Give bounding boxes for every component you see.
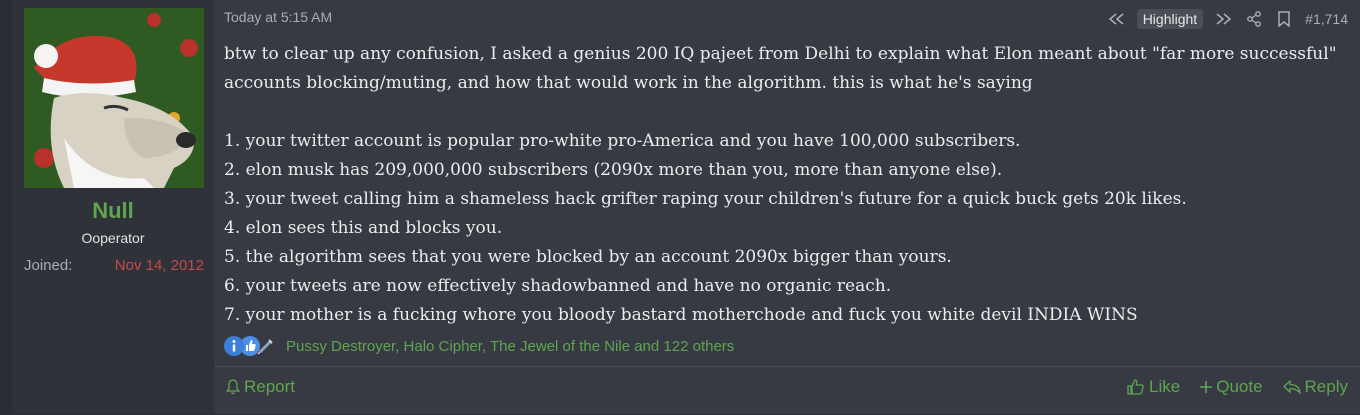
post-line-5: 5. the algorithm sees that you were bloc… bbox=[224, 247, 952, 267]
post-line-2: 2. elon musk has 209,000,000 subscribers… bbox=[224, 160, 1003, 180]
post-container: Null Ooperator Joined: Nov 14, 2012 Toda… bbox=[12, 0, 1360, 414]
quote-label: Quote bbox=[1216, 377, 1263, 396]
report-label: Report bbox=[244, 377, 296, 396]
post-line-7: 7. your mother is a fucking whore you bl… bbox=[224, 305, 1138, 325]
joined-label: Joined: bbox=[24, 257, 73, 274]
info-icon bbox=[224, 336, 244, 356]
joined-date: Nov 14, 2012 bbox=[114, 257, 204, 274]
report-button[interactable]: Report bbox=[226, 377, 295, 397]
bell-icon bbox=[226, 379, 240, 395]
post-line-3: 3. your tweet calling him a shameless ha… bbox=[224, 189, 1187, 209]
reply-arrow-icon bbox=[1282, 380, 1301, 394]
like-label: Like bbox=[1149, 377, 1181, 396]
share-icon[interactable] bbox=[1245, 10, 1263, 28]
reaction-users[interactable]: Pussy Destroyer, Halo Cipher, The Jewel … bbox=[286, 338, 734, 355]
post-actions: Highlight #1,714 bbox=[1107, 8, 1348, 30]
post-footer: Report Like Quote Reply bbox=[214, 366, 1360, 415]
user-title: Ooperator bbox=[81, 230, 145, 246]
username[interactable]: Null bbox=[12, 198, 214, 224]
plus-icon bbox=[1200, 381, 1213, 393]
previous-highlight-icon[interactable] bbox=[1107, 10, 1125, 28]
post-line-1: 1. your twitter account is popular pro-w… bbox=[224, 131, 1021, 151]
reactions-bar: Pussy Destroyer, Halo Cipher, The Jewel … bbox=[224, 334, 734, 358]
user-sidebar: Null Ooperator Joined: Nov 14, 2012 bbox=[12, 0, 214, 414]
reply-label: Reply bbox=[1304, 377, 1348, 396]
dog-santa-hat-avatar-icon bbox=[24, 8, 204, 188]
syringe-icon bbox=[256, 336, 276, 356]
post-line-6: 6. your tweets are now effectively shado… bbox=[224, 276, 892, 296]
like-button[interactable]: Like bbox=[1127, 377, 1180, 397]
post-intro: btw to clear up any confusion, I asked a… bbox=[224, 44, 1337, 93]
thumbs-up-outline-icon bbox=[1127, 379, 1144, 395]
post-number[interactable]: #1,714 bbox=[1305, 11, 1348, 27]
footer-actions: Like Quote Reply bbox=[1127, 377, 1348, 397]
bookmark-icon[interactable] bbox=[1275, 10, 1293, 28]
post-main: Today at 5:15 AM Highlight #1,714 btw to… bbox=[214, 0, 1360, 414]
next-highlight-icon[interactable] bbox=[1215, 10, 1233, 28]
avatar[interactable] bbox=[24, 8, 204, 188]
quote-button[interactable]: Quote bbox=[1200, 377, 1263, 397]
highlight-button[interactable]: Highlight bbox=[1136, 9, 1204, 29]
reply-button[interactable]: Reply bbox=[1282, 377, 1348, 397]
post-date[interactable]: Today at 5:15 AM bbox=[224, 9, 332, 25]
post-body: btw to clear up any confusion, I asked a… bbox=[224, 40, 1346, 330]
post-line-4: 4. elon sees this and blocks you. bbox=[224, 218, 503, 238]
reaction-icons[interactable] bbox=[224, 336, 273, 356]
